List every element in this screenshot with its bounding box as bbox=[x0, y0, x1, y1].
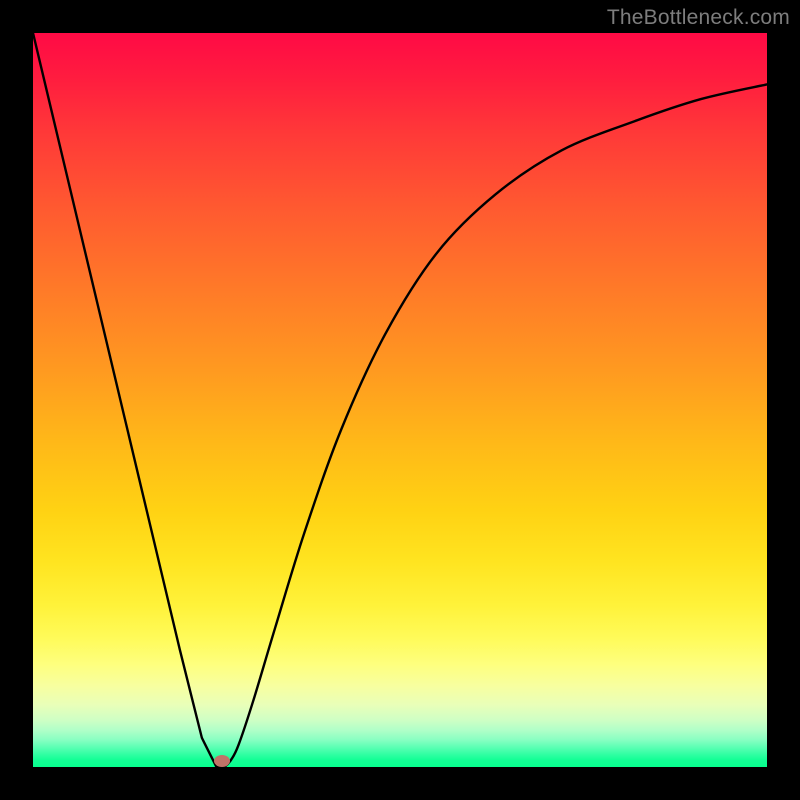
bottleneck-curve bbox=[33, 33, 767, 767]
chart-frame: TheBottleneck.com bbox=[0, 0, 800, 800]
optimal-point-dot bbox=[214, 755, 230, 767]
plot-area bbox=[33, 33, 767, 767]
watermark-text: TheBottleneck.com bbox=[607, 6, 790, 30]
